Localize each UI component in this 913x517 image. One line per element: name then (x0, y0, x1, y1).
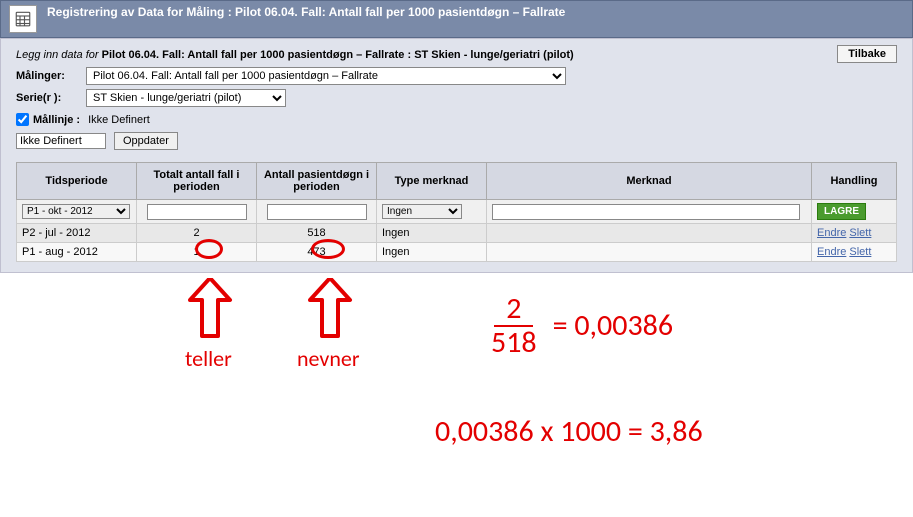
mallinje-label: Mållinje : (33, 114, 80, 126)
serier-select[interactable]: ST Skien - lunge/geriatri (pilot) (86, 89, 286, 107)
lagre-button[interactable]: LAGRE (817, 203, 866, 220)
back-button[interactable]: Tilbake (837, 45, 897, 63)
mallinje-value: Ikke Definert (88, 114, 150, 126)
serier-label: Serie(r ): (16, 92, 86, 104)
header-bar: Registrering av Data for Måling : Pilot … (0, 0, 913, 38)
page-title: Registrering av Data for Måling : Pilot … (47, 5, 565, 21)
malinger-label: Målinger: (16, 70, 86, 82)
antall-input[interactable] (267, 204, 367, 220)
totalt-input[interactable] (147, 204, 247, 220)
slett-link[interactable]: Slett (849, 246, 871, 258)
cell-antall: 518 (257, 224, 377, 243)
cell-merknad (487, 243, 812, 262)
arrow-nevner (305, 278, 355, 343)
entry-row: P1 - okt - 2012 Ingen LAGRE (17, 200, 897, 224)
merknad-input[interactable] (492, 204, 800, 220)
col-handling: Handling (812, 163, 897, 200)
oppdater-button[interactable]: Oppdater (114, 132, 178, 150)
nevner-label: nevner (297, 345, 360, 372)
equation-fraction: 2 518 = 0,00386 (485, 293, 673, 358)
teller-label: teller (185, 345, 232, 372)
endre-link[interactable]: Endre (817, 246, 846, 258)
cell-period: P1 - aug - 2012 (17, 243, 137, 262)
cell-period: P2 - jul - 2012 (17, 224, 137, 243)
endre-link[interactable]: Endre (817, 227, 846, 239)
table-row: P1 - aug - 2012 1 473 Ingen EndreSlett (17, 243, 897, 262)
form-icon (9, 5, 37, 33)
cell-type: Ingen (377, 243, 487, 262)
col-totalt: Totalt antall fall i perioden (137, 163, 257, 200)
slett-link[interactable]: Slett (849, 227, 871, 239)
col-antall: Antall pasientdøgn i perioden (257, 163, 377, 200)
annotation-overlay: teller nevner 2 518 = 0,00386 0,00386 x … (0, 273, 913, 503)
data-table: Tidsperiode Totalt antall fall i periode… (16, 162, 897, 262)
cell-type: Ingen (377, 224, 487, 243)
equation-multiply: 0,00386 x 1000 = 3,86 (435, 413, 703, 450)
mallinje-checkbox[interactable] (16, 113, 29, 126)
col-tidsperiode: Tidsperiode (17, 163, 137, 200)
cell-merknad (487, 224, 812, 243)
instruction-text: Legg inn data for Pilot 06.04. Fall: Ant… (16, 49, 897, 61)
malinger-select[interactable]: Pilot 06.04. Fall: Antall fall per 1000 … (86, 67, 566, 85)
period-select[interactable]: P1 - okt - 2012 (22, 204, 130, 219)
cell-antall: 473 (257, 243, 377, 262)
col-type: Type merknad (377, 163, 487, 200)
col-merknad: Merknad (487, 163, 812, 200)
cell-totalt: 1 (137, 243, 257, 262)
definert-input[interactable] (16, 133, 106, 149)
arrow-teller (185, 278, 235, 343)
type-select[interactable]: Ingen (382, 204, 462, 219)
table-row: P2 - jul - 2012 2 518 Ingen EndreSlett (17, 224, 897, 243)
cell-totalt: 2 (137, 224, 257, 243)
content-panel: Tilbake Legg inn data for Pilot 06.04. F… (0, 38, 913, 273)
